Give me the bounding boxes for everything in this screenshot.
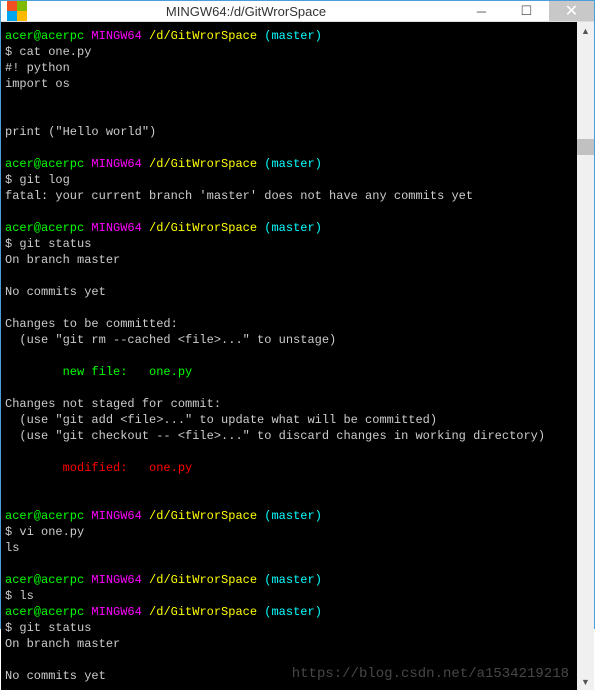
cmd-line: $ git status [5, 621, 91, 635]
prompt-userhost: acer@acerpc [5, 221, 84, 235]
output-line: No commits yet [5, 285, 106, 299]
scroll-up-icon[interactable]: ▲ [577, 22, 594, 39]
output-line: import os [5, 77, 70, 91]
prompt-path: /d/GitWrorSpace [149, 29, 257, 43]
app-window: MINGW64:/d/GitWrorSpace ─ ☐ ✕ acer@acerp… [0, 0, 595, 629]
output-line: Changes not staged for commit: [5, 397, 221, 411]
cmd-line: $ ls [5, 589, 34, 603]
titlebar: MINGW64:/d/GitWrorSpace ─ ☐ ✕ [1, 1, 594, 22]
new-file-line: new file: one.py [5, 365, 192, 379]
prompt-userhost: acer@acerpc [5, 605, 84, 619]
prompt-path: /d/GitWrorSpace [149, 573, 257, 587]
output-line: print ("Hello world") [5, 125, 156, 139]
output-line: On branch master [5, 637, 120, 651]
prompt-shell: MINGW64 [91, 605, 141, 619]
prompt-path: /d/GitWrorSpace [149, 221, 257, 235]
scroll-thumb[interactable] [577, 139, 594, 155]
output-line: (use "git checkout -- <file>..." to disc… [5, 429, 545, 443]
prompt-branch: (master) [264, 29, 322, 43]
prompt-path: /d/GitWrorSpace [149, 605, 257, 619]
output-line: On branch master [5, 253, 120, 267]
scroll-down-icon[interactable]: ▼ [577, 673, 594, 690]
window-title: MINGW64:/d/GitWrorSpace [33, 4, 459, 19]
cmd-line: $ vi one.py [5, 525, 84, 539]
output-line: Changes to be committed: [5, 317, 178, 331]
close-button[interactable]: ✕ [549, 1, 594, 21]
output-line: No commits yet [5, 669, 106, 683]
prompt-branch: (master) [264, 157, 322, 171]
cmd-line: $ git log [5, 173, 70, 187]
terminal-wrap: acer@acerpc MINGW64 /d/GitWrorSpace (mas… [1, 22, 594, 690]
scroll-track[interactable] [577, 39, 594, 673]
prompt-path: /d/GitWrorSpace [149, 509, 257, 523]
terminal[interactable]: acer@acerpc MINGW64 /d/GitWrorSpace (mas… [1, 22, 577, 690]
prompt-shell: MINGW64 [91, 29, 141, 43]
cmd-line: $ git status [5, 237, 91, 251]
maximize-button[interactable]: ☐ [504, 1, 549, 21]
output-line: (use "git rm --cached <file>..." to unst… [5, 333, 336, 347]
prompt-branch: (master) [264, 573, 322, 587]
minimize-button[interactable]: ─ [459, 1, 504, 21]
output-line: #! python [5, 61, 70, 75]
prompt-branch: (master) [264, 509, 322, 523]
prompt-shell: MINGW64 [91, 221, 141, 235]
prompt-branch: (master) [264, 605, 322, 619]
prompt-branch: (master) [264, 221, 322, 235]
scrollbar[interactable]: ▲ ▼ [577, 22, 594, 690]
prompt-shell: MINGW64 [91, 509, 141, 523]
prompt-shell: MINGW64 [91, 573, 141, 587]
output-line: ls [5, 541, 19, 555]
cmd-line: $ cat one.py [5, 45, 91, 59]
output-line: (use "git add <file>..." to update what … [5, 413, 437, 427]
prompt-path: /d/GitWrorSpace [149, 157, 257, 171]
prompt-userhost: acer@acerpc [5, 573, 84, 587]
prompt-userhost: acer@acerpc [5, 29, 84, 43]
prompt-userhost: acer@acerpc [5, 509, 84, 523]
prompt-userhost: acer@acerpc [5, 157, 84, 171]
app-icon [7, 1, 27, 21]
prompt-shell: MINGW64 [91, 157, 141, 171]
output-line: fatal: your current branch 'master' does… [5, 189, 473, 203]
window-controls: ─ ☐ ✕ [459, 1, 594, 21]
modified-line: modified: one.py [5, 461, 192, 475]
